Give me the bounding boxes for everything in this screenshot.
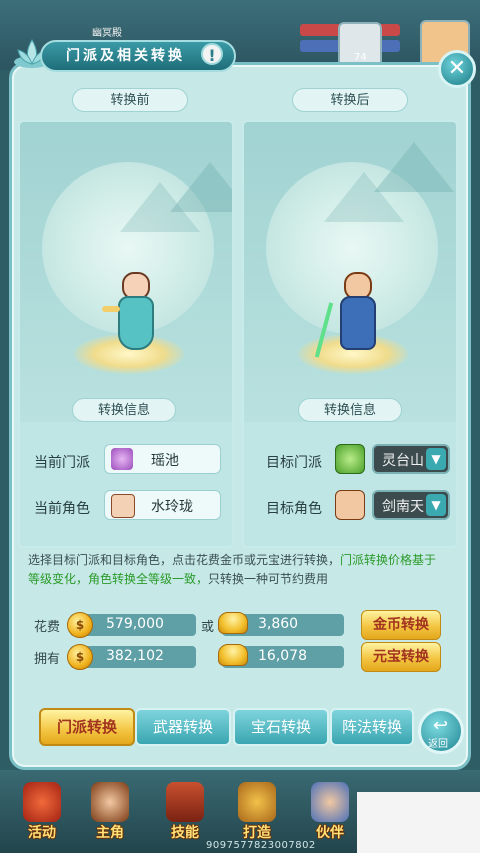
notice-text: 选择目标门派和目标角色，点击花费金币或元宝进行转换， [28, 553, 341, 567]
window-title: 门派及相关转换 [66, 48, 185, 64]
nav-partner[interactable]: 伙伴 [305, 782, 355, 844]
or-label: 或 [201, 620, 215, 635]
target-sect-dropdown[interactable]: 灵台山 ▼ [372, 444, 450, 474]
gold-coin-icon: $ [67, 644, 93, 670]
close-button[interactable]: ✕ [438, 50, 476, 88]
guild-name: 幽冥殿 [92, 28, 122, 39]
gold-coin-icon: $ [67, 612, 93, 638]
back-arrow-icon: ↩ [433, 715, 449, 736]
notice-text: 只转换一种可节约费用 [208, 572, 329, 586]
ingot-own-value: 16,078 [258, 648, 307, 664]
after-header-text: 转换后 [330, 93, 370, 108]
before-info-header-text: 转换信息 [97, 403, 150, 418]
nav-partner-label: 伙伴 [316, 825, 344, 841]
target-role-dropdown[interactable]: 剑南天 ▼ [372, 490, 450, 520]
role-portrait-icon [335, 490, 365, 520]
female-character-sprite [102, 262, 158, 362]
help-icon[interactable]: ! [201, 43, 223, 65]
current-sect-label: 当前门派 [34, 455, 90, 471]
mountain-decor [324, 172, 404, 222]
target-sect-value: 灵台山 [382, 453, 424, 469]
tab-sect-convert[interactable]: 门派转换 [39, 708, 135, 746]
gold-ingot-icon [218, 612, 248, 634]
yaochi-sect-icon [111, 448, 133, 470]
male-character-sprite [314, 262, 380, 362]
cost-label: 花费 [34, 620, 61, 635]
gold-convert-button[interactable]: 金币转换 [361, 610, 441, 640]
nav-activity[interactable]: 活动 [17, 782, 67, 844]
gold-own-value: 382,102 [106, 648, 164, 664]
after-info-header-text: 转换信息 [323, 403, 376, 418]
after-info-header: 转换信息 [298, 398, 402, 422]
current-sect-value: 瑶池 [151, 453, 179, 469]
activity-icon [23, 782, 61, 822]
conversion-notice: 选择目标门派和目标角色，点击花费金币或元宝进行转换，门派转换价格基于等级变化，角… [28, 551, 448, 589]
chevron-down-icon: ▼ [426, 448, 446, 470]
current-role-field: 水玲珑 [104, 490, 221, 520]
skill-book-icon [166, 782, 204, 822]
chevron-down-icon: ▼ [426, 494, 446, 516]
current-sect-field: 瑶池 [104, 444, 221, 474]
partner-icon [311, 782, 349, 822]
before-header: 转换前 [72, 88, 188, 112]
gold-cost-value: 579,000 [106, 616, 164, 632]
forge-icon [238, 782, 276, 822]
nav-hero[interactable]: 主角 [85, 782, 135, 844]
before-info-header: 转换信息 [72, 398, 176, 422]
build-number: 9097577823007802 [206, 840, 316, 851]
own-label: 拥有 [34, 652, 61, 667]
lingtaishan-sect-icon [335, 444, 365, 474]
nav-hero-label: 主角 [96, 825, 124, 841]
tab-gem-convert[interactable]: 宝石转换 [233, 708, 329, 746]
tab-weapon-convert[interactable]: 武器转换 [135, 708, 231, 746]
character-body [118, 296, 154, 350]
before-card [18, 120, 234, 548]
before-info-area [20, 422, 232, 546]
nav-forge[interactable]: 打造 [232, 782, 282, 844]
nav-skill-label: 技能 [171, 825, 199, 841]
current-role-value: 水玲珑 [151, 499, 193, 515]
ingot-cost-value: 3,860 [258, 616, 299, 632]
character-ribbon [102, 306, 120, 312]
ingot-convert-button[interactable]: 元宝转换 [361, 642, 441, 672]
close-icon: ✕ [447, 56, 467, 81]
character-body [340, 296, 376, 350]
mountain-decor [120, 182, 200, 232]
current-role-label: 当前角色 [34, 501, 90, 517]
before-header-text: 转换前 [110, 93, 150, 108]
tab-formation-convert[interactable]: 阵法转换 [330, 708, 414, 746]
nav-skill[interactable]: 技能 [160, 782, 210, 844]
back-button[interactable]: ↩ 返回 [418, 708, 464, 754]
back-label: 返回 [428, 739, 448, 750]
target-role-label: 目标角色 [266, 501, 322, 517]
gold-ingot-icon [218, 644, 248, 666]
corner-overlay [357, 792, 480, 853]
after-header: 转换后 [292, 88, 408, 112]
target-sect-label: 目标门派 [266, 455, 322, 471]
role-portrait-icon [111, 494, 135, 518]
nav-activity-label: 活动 [28, 825, 56, 841]
hero-icon [91, 782, 129, 822]
after-card [242, 120, 458, 548]
target-role-value: 剑南天 [382, 499, 424, 515]
after-info-area [244, 422, 456, 546]
nav-forge-label: 打造 [243, 825, 271, 841]
